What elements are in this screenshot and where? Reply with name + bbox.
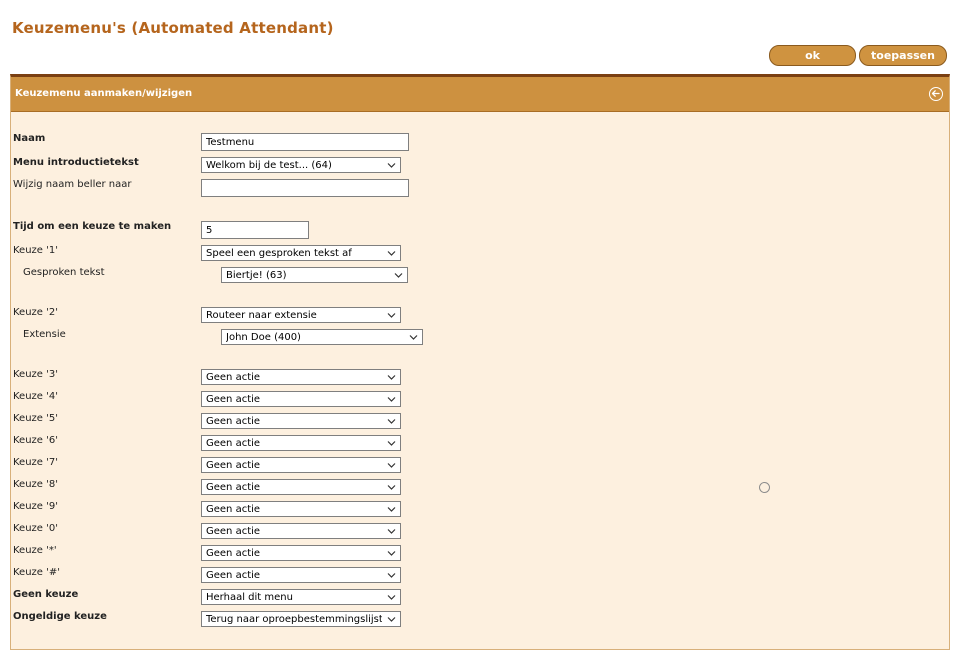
- extension-value: John Doe (400): [226, 332, 301, 343]
- chevron-down-icon: [387, 419, 396, 424]
- extension-label: Extensie: [23, 329, 66, 340]
- chevron-down-icon: [387, 163, 396, 168]
- menu-edit-panel: Keuzemenu aanmaken/wijzigen: [10, 74, 950, 650]
- no-choice-value: Herhaal dit menu: [206, 592, 293, 603]
- keuze-4-select[interactable]: Geen actie: [201, 391, 401, 407]
- chevron-down-icon: [409, 335, 418, 340]
- keuze-1-label: Keuze '1': [13, 245, 58, 256]
- invalid-choice-value: Terug naar oproepbestemmingslijst (: [206, 614, 382, 625]
- invalid-choice-select[interactable]: Terug naar oproepbestemmingslijst (: [201, 611, 401, 627]
- keuze-2-label: Keuze '2': [13, 307, 58, 318]
- keuze-9-select[interactable]: Geen actie: [201, 501, 401, 517]
- keuze-7-label: Keuze '7': [13, 457, 58, 468]
- no-choice-select[interactable]: Herhaal dit menu: [201, 589, 401, 605]
- keuze-8-value: Geen actie: [206, 482, 261, 493]
- rename-caller-input[interactable]: [201, 179, 409, 197]
- chevron-down-icon: [387, 595, 396, 600]
- keuze-0-label: Keuze '0': [13, 523, 58, 534]
- keuze-9-label: Keuze '9': [13, 501, 58, 512]
- spoken-text-value: Biertje! (63): [226, 270, 287, 281]
- spoken-text-select[interactable]: Biertje! (63): [221, 267, 408, 283]
- panel-header: Keuzemenu aanmaken/wijzigen: [11, 77, 949, 112]
- keuze-hash-select[interactable]: Geen actie: [201, 567, 401, 583]
- no-choice-label: Geen keuze: [13, 589, 79, 600]
- chevron-down-icon: [387, 313, 396, 318]
- chevron-down-icon: [387, 485, 396, 490]
- busy-cursor-icon: [759, 482, 770, 493]
- keuze-5-select[interactable]: Geen actie: [201, 413, 401, 429]
- keuze-1-select[interactable]: Speel een gesproken tekst af: [201, 245, 401, 261]
- timeout-input[interactable]: [201, 221, 309, 239]
- invalid-choice-label: Ongeldige keuze: [13, 611, 107, 622]
- naam-input[interactable]: [201, 133, 409, 151]
- chevron-down-icon: [387, 397, 396, 402]
- intro-text-value: Welkom bij de test... (64): [206, 160, 332, 171]
- keuze-9-value: Geen actie: [206, 504, 261, 515]
- chevron-down-icon: [387, 529, 396, 534]
- ok-button[interactable]: ok: [769, 45, 856, 66]
- panel-title: Keuzemenu aanmaken/wijzigen: [15, 88, 193, 99]
- keuze-3-label: Keuze '3': [13, 369, 58, 380]
- timeout-label: Tijd om een keuze te maken: [13, 221, 172, 232]
- chevron-down-icon: [387, 375, 396, 380]
- keuze-4-value: Geen actie: [206, 394, 261, 405]
- keuze-5-label: Keuze '5': [13, 413, 58, 424]
- keuze-hash-value: Geen actie: [206, 570, 261, 581]
- keuze-hash-label: Keuze '#': [13, 567, 61, 578]
- chevron-down-icon: [394, 273, 403, 278]
- chevron-down-icon: [387, 551, 396, 556]
- keuze-star-value: Geen actie: [206, 548, 261, 559]
- rename-label: Wijzig naam beller naar: [13, 179, 132, 190]
- keuze-8-select[interactable]: Geen actie: [201, 479, 401, 495]
- keuze-star-select[interactable]: Geen actie: [201, 545, 401, 561]
- keuze-star-label: Keuze '*': [13, 545, 57, 556]
- chevron-down-icon: [387, 441, 396, 446]
- keuze-6-value: Geen actie: [206, 438, 261, 449]
- chevron-down-icon: [387, 463, 396, 468]
- chevron-down-icon: [387, 617, 396, 622]
- keuze-2-value: Routeer naar extensie: [206, 310, 317, 321]
- chevron-down-icon: [387, 507, 396, 512]
- back-arrow-icon[interactable]: [929, 87, 943, 101]
- apply-button[interactable]: toepassen: [859, 45, 947, 66]
- keuze-7-value: Geen actie: [206, 460, 261, 471]
- chevron-down-icon: [387, 573, 396, 578]
- keuze-5-value: Geen actie: [206, 416, 261, 427]
- intro-label: Menu introductietekst: [13, 157, 139, 168]
- keuze-3-value: Geen actie: [206, 372, 261, 383]
- keuze-0-select[interactable]: Geen actie: [201, 523, 401, 539]
- page-title: Keuzemenu's (Automated Attendant): [12, 19, 334, 37]
- spoken-text-label: Gesproken tekst: [23, 267, 105, 278]
- keuze-1-value: Speel een gesproken tekst af: [206, 248, 352, 259]
- keuze-6-label: Keuze '6': [13, 435, 58, 446]
- keuze-2-select[interactable]: Routeer naar extensie: [201, 307, 401, 323]
- keuze-7-select[interactable]: Geen actie: [201, 457, 401, 473]
- naam-label: Naam: [13, 133, 46, 144]
- keuze-0-value: Geen actie: [206, 526, 261, 537]
- keuze-6-select[interactable]: Geen actie: [201, 435, 401, 451]
- intro-text-select[interactable]: Welkom bij de test... (64): [201, 157, 401, 173]
- extension-select[interactable]: John Doe (400): [221, 329, 423, 345]
- keuze-4-label: Keuze '4': [13, 391, 58, 402]
- keuze-3-select[interactable]: Geen actie: [201, 369, 401, 385]
- chevron-down-icon: [387, 251, 396, 256]
- keuze-8-label: Keuze '8': [13, 479, 58, 490]
